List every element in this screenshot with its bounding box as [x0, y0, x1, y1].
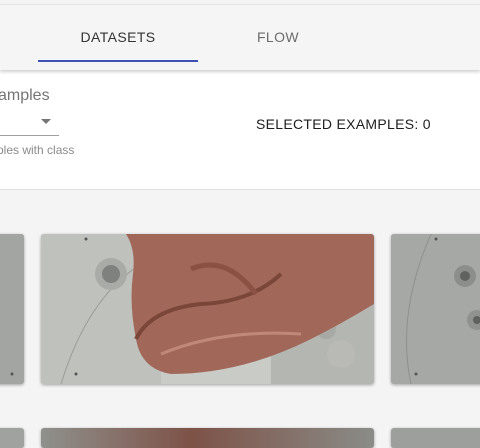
class-select-hint: ples with class — [0, 143, 75, 157]
example-thumbnail[interactable] — [41, 428, 374, 448]
example-thumbnail[interactable] — [0, 428, 24, 448]
example-thumbnail[interactable] — [0, 234, 24, 384]
example-thumbnail[interactable] — [391, 428, 480, 448]
selected-examples-count: SELECTED EXAMPLES: 0 — [256, 116, 431, 132]
dataset-controls: amples ples with class SELECTED EXAMPLES… — [0, 69, 480, 190]
class-select[interactable] — [0, 135, 59, 136]
dropdown-arrow-icon[interactable] — [41, 119, 51, 124]
tab-bar: DATASETS FLOW — [0, 4, 480, 70]
active-tab-indicator — [38, 60, 198, 62]
tab-flow[interactable]: FLOW — [198, 5, 358, 70]
class-select-label: amples — [0, 87, 50, 104]
example-thumbnail-selected[interactable] — [41, 234, 374, 384]
example-thumbnail[interactable] — [391, 234, 480, 384]
